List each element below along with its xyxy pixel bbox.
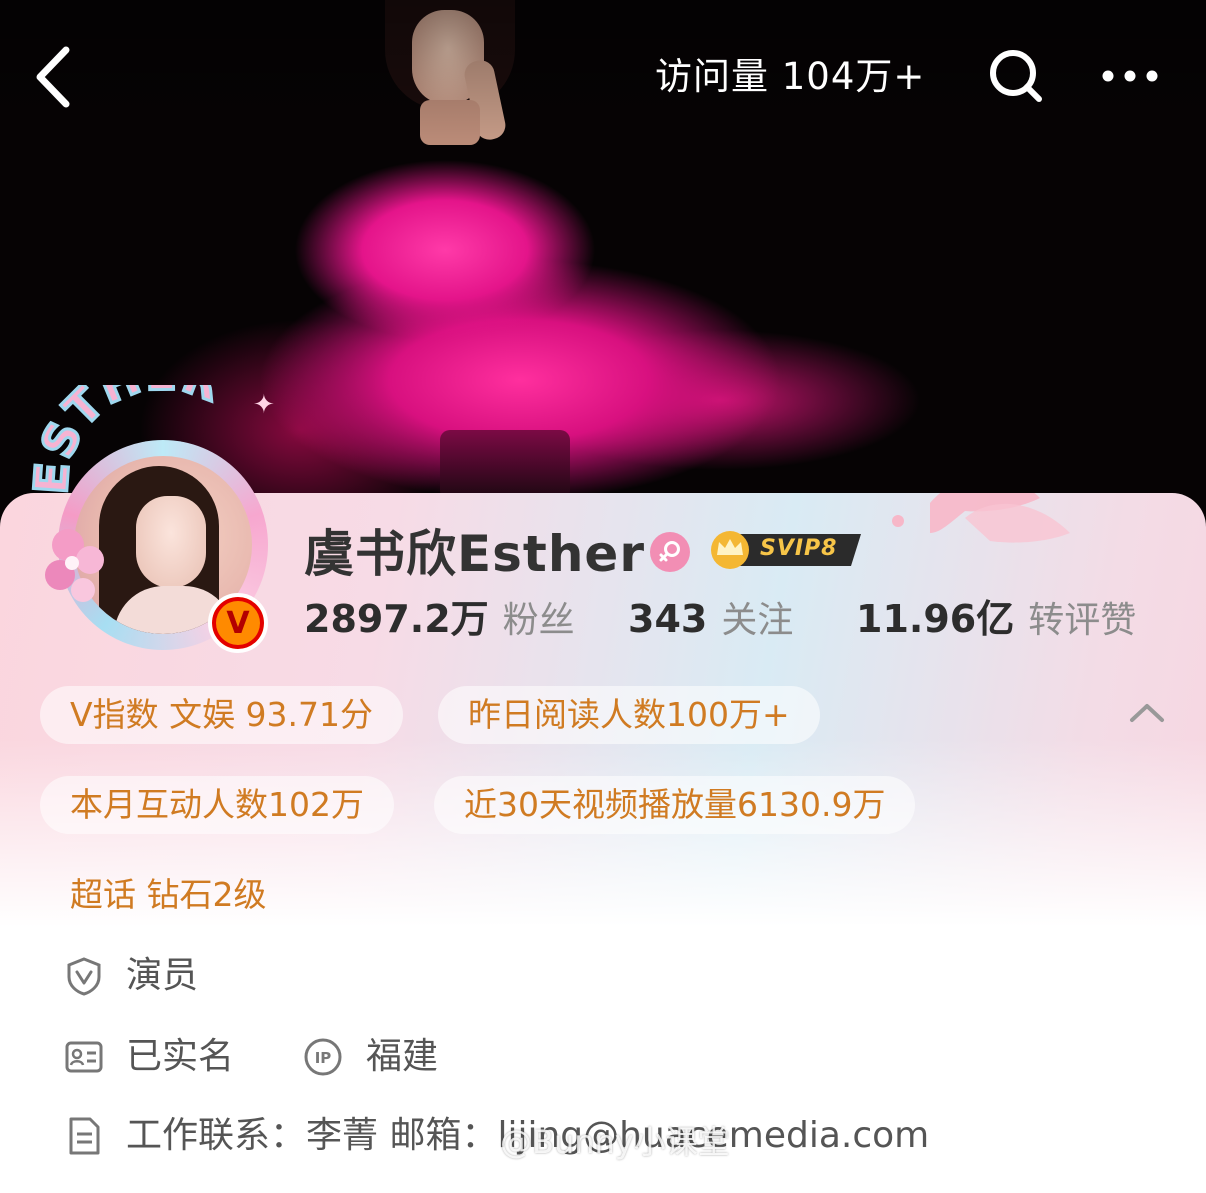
chip-video-plays[interactable]: 近30天视频播放量6130.9万 [434, 776, 916, 834]
svip-badge[interactable]: SVIP8 [706, 528, 866, 570]
document-icon [69, 1117, 100, 1155]
svg-text:IP: IP [315, 1049, 332, 1067]
ip-icon: IP [304, 1038, 342, 1076]
stat-followers[interactable]: 2897.2万 粉丝 [304, 594, 575, 644]
more-button[interactable] [1098, 60, 1162, 92]
avatar-frame[interactable]: ESTHER ✦ V [28, 385, 278, 655]
stat-reposts-likes[interactable]: 11.96亿 转评赞 [856, 594, 1136, 644]
flower-decoration-icon [45, 529, 104, 602]
chip-yesterday-reads[interactable]: 昨日阅读人数100万+ [438, 686, 820, 744]
profile-name: 虞书欣Esther [304, 525, 645, 583]
id-card-icon [65, 1041, 103, 1073]
chip-monthly-interactions[interactable]: 本月互动人数102万 [40, 776, 394, 834]
stat-reposts-likes-label: 转评赞 [1028, 600, 1137, 641]
stat-followers-value: 2897.2万 [304, 597, 489, 641]
stat-following-label: 关注 [721, 600, 794, 641]
svg-text:✦: ✦ [253, 390, 275, 420]
cover-legs [440, 430, 570, 500]
chip-v-index[interactable]: V指数 文娱 93.71分 [40, 686, 404, 744]
stat-reposts-likes-value: 11.96亿 [856, 597, 1015, 641]
search-icon [990, 50, 1042, 102]
collapse-button[interactable] [1126, 698, 1168, 728]
gender-badge [650, 532, 690, 572]
svg-text:ESTHER: ESTHER [28, 385, 230, 496]
real-name-status: 已实名 [126, 1036, 235, 1077]
occupation: 演员 [126, 955, 199, 996]
stat-following[interactable]: 343 关注 [628, 594, 793, 644]
verified-badge: V [208, 593, 268, 653]
gender-female-icon [659, 541, 680, 562]
ip-location: 福建 [366, 1036, 439, 1077]
chip-super-topic[interactable]: 超话 钻石2级 [40, 866, 297, 924]
back-icon [36, 46, 70, 108]
more-icon [1102, 70, 1158, 82]
shield-v-icon [67, 957, 101, 996]
stat-following-value: 343 [628, 597, 708, 641]
back-button[interactable] [28, 42, 92, 112]
visit-count: 访问量 104万+ [655, 55, 926, 98]
chevron-up-icon [1130, 704, 1164, 722]
search-button[interactable] [985, 45, 1047, 107]
watermark: @Bunny小课堂 [500, 1123, 730, 1161]
svip-label: SVIP8 [760, 536, 838, 561]
fish-decoration-icon [892, 493, 1070, 543]
stat-followers-label: 粉丝 [502, 600, 575, 641]
